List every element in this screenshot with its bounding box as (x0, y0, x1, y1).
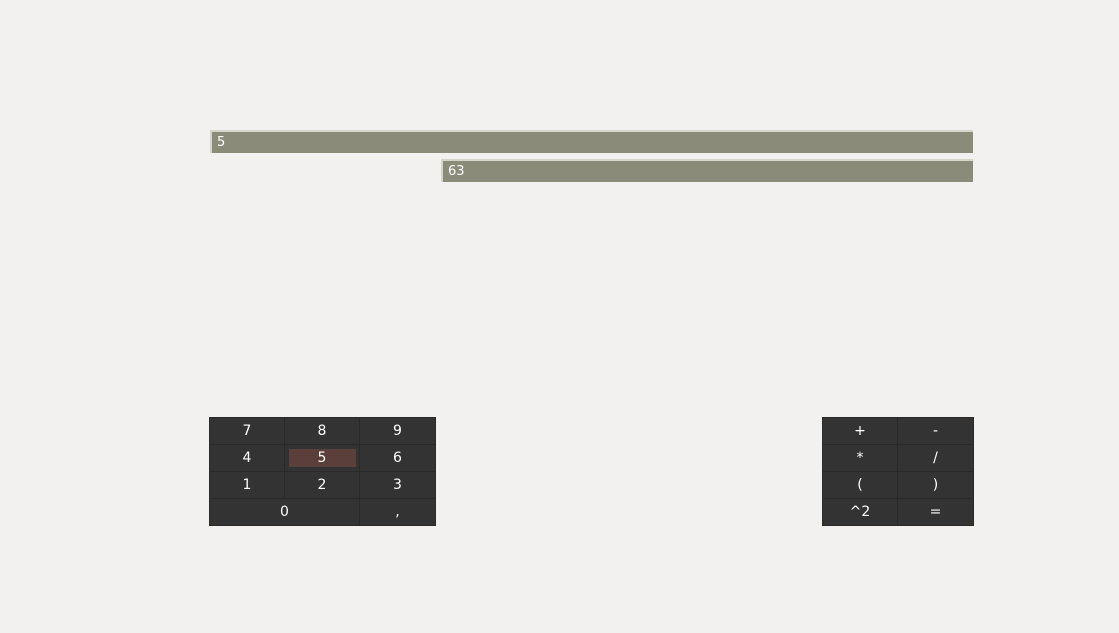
key-minus[interactable]: - (898, 418, 973, 444)
key-label: - (932, 423, 939, 439)
key-label: , (395, 504, 400, 520)
key-label: + (854, 423, 866, 439)
key-5[interactable]: 5 (285, 445, 359, 471)
key-divide[interactable]: / (898, 445, 973, 471)
digit-keypad: 7 8 9 4 5 6 1 2 3 0 , (209, 417, 436, 526)
key-2[interactable]: 2 (285, 472, 359, 498)
key-label: = (929, 504, 942, 520)
result-display: 63 (441, 159, 973, 182)
key-close-paren[interactable]: ) (898, 472, 973, 498)
key-1[interactable]: 1 (210, 472, 284, 498)
key-label: / (933, 450, 938, 466)
key-label: 8 (317, 423, 327, 439)
key-label: * (856, 450, 864, 466)
key-label: 5 (317, 450, 327, 466)
operator-keypad: + - * / ( ) ^2 = (822, 417, 974, 526)
key-label: ) (932, 477, 939, 493)
key-label: 1 (242, 477, 252, 493)
key-label: 0 (280, 504, 289, 520)
key-3[interactable]: 3 (360, 472, 435, 498)
key-label: 4 (242, 450, 252, 466)
key-label: 2 (317, 477, 327, 493)
key-equals[interactable]: = (898, 499, 973, 525)
key-decimal-comma[interactable]: , (360, 499, 435, 525)
key-4[interactable]: 4 (210, 445, 284, 471)
key-multiply[interactable]: * (823, 445, 897, 471)
key-label: ( (857, 477, 863, 493)
key-0[interactable]: 0 (210, 499, 359, 525)
key-8[interactable]: 8 (285, 418, 359, 444)
key-label: 9 (393, 423, 402, 439)
key-9[interactable]: 9 (360, 418, 435, 444)
expression-display[interactable]: 5 (210, 130, 973, 153)
key-label: 6 (393, 450, 402, 466)
key-label: 3 (393, 477, 402, 493)
key-plus[interactable]: + (823, 418, 897, 444)
key-label: 7 (242, 423, 252, 439)
key-open-paren[interactable]: ( (823, 472, 897, 498)
key-6[interactable]: 6 (360, 445, 435, 471)
key-label: ^2 (849, 504, 871, 520)
key-7[interactable]: 7 (210, 418, 284, 444)
key-square[interactable]: ^2 (823, 499, 897, 525)
